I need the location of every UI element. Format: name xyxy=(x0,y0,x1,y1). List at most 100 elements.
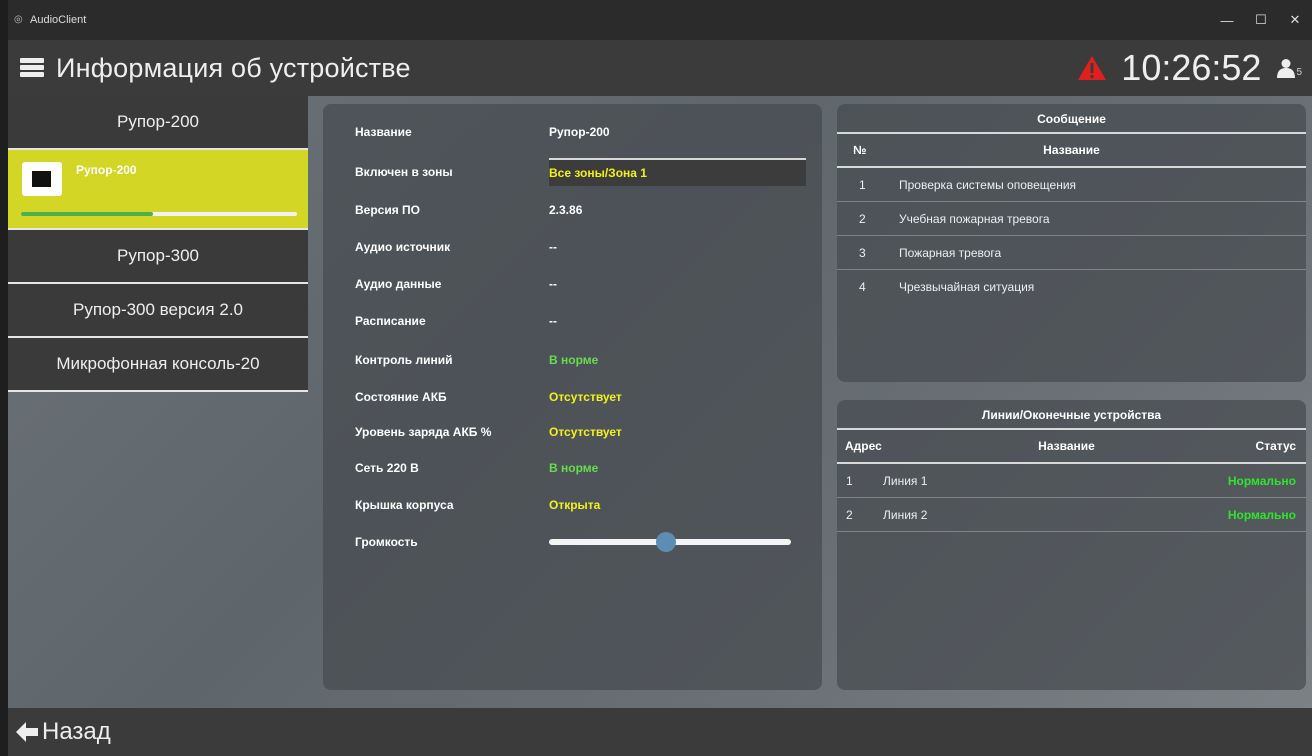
message-row[interactable]: 1 Проверка системы оповещения xyxy=(837,168,1306,202)
info-label: Включен в зоны xyxy=(355,165,453,179)
device-progress-bar xyxy=(21,212,297,216)
zones-value: Все зоны/Зона 1 xyxy=(549,166,647,180)
message-number: 4 xyxy=(859,280,866,294)
minimize-button[interactable]: — xyxy=(1210,0,1244,40)
message-number: 3 xyxy=(859,245,866,260)
sidebar-item-label: Рупор-300 версия 2.0 xyxy=(72,300,243,319)
line-row[interactable]: 2 Линия 2 Нормально xyxy=(837,498,1306,532)
sidebar-item-label: Рупор-200 xyxy=(117,112,199,131)
sidebar-item-mic-console-20[interactable]: Микрофонная консоль-20 xyxy=(8,338,308,392)
sidebar-item-rupor-300[interactable]: Рупор-300 xyxy=(8,230,308,284)
info-label: Аудио данные xyxy=(355,277,442,291)
info-value: Рупор-200 xyxy=(549,125,610,139)
sidebar-item-label: Микрофонная консоль-20 xyxy=(56,354,260,373)
message-number: 1 xyxy=(859,177,866,192)
info-row: Сеть 220 В В норме xyxy=(355,458,598,478)
device-progress-fill xyxy=(21,212,154,216)
info-label: Крышка корпуса xyxy=(355,498,454,512)
line-address: 2 xyxy=(846,507,853,522)
sidebar-item-rupor-200[interactable]: Рупор-200 xyxy=(8,96,308,150)
info-value: -- xyxy=(549,277,557,291)
message-row[interactable]: 4 Чрезвычайная ситуация xyxy=(837,270,1306,304)
info-label: Расписание xyxy=(355,314,426,328)
user-count: 5 xyxy=(1296,67,1302,78)
info-label: Название xyxy=(355,125,412,139)
lines-header: Адрес Название Статус xyxy=(837,430,1306,464)
lines-panel: Линии/Оконечные устройства Адрес Названи… xyxy=(837,400,1306,690)
device-list-icon xyxy=(14,54,50,82)
info-label: Состояние АКБ xyxy=(355,390,447,404)
info-row: Включен в зоны xyxy=(355,162,549,182)
info-value: Открыта xyxy=(549,498,601,512)
message-name: Учебная пожарная тревога xyxy=(899,211,1050,226)
message-row[interactable]: 3 Пожарная тревога xyxy=(837,236,1306,270)
back-label: Назад xyxy=(42,718,111,745)
info-label: Уровень заряда АКБ % xyxy=(355,425,492,439)
lines-title: Линии/Оконечные устройства xyxy=(837,400,1306,430)
col-num-header: № xyxy=(853,143,867,157)
user-indicator[interactable]: 5 xyxy=(1277,58,1302,78)
line-name: Линия 1 xyxy=(883,473,928,488)
info-row: Аудио источник -- xyxy=(355,237,557,257)
info-value: 2.3.86 xyxy=(549,203,583,217)
zones-field[interactable]: Все зоны/Зона 1 xyxy=(549,158,806,186)
volume-slider[interactable] xyxy=(549,532,791,552)
alarm-warning-icon[interactable] xyxy=(1077,55,1107,81)
close-button[interactable]: ✕ xyxy=(1278,0,1312,40)
info-row: Название Рупор-200 xyxy=(355,122,610,142)
user-icon xyxy=(1277,59,1296,78)
message-number: 2 xyxy=(859,211,866,226)
col-status-header: Статус xyxy=(1255,439,1296,453)
message-name: Пожарная тревога xyxy=(899,245,1002,260)
info-value: В норме xyxy=(549,461,599,475)
back-button[interactable]: Назад xyxy=(16,718,111,746)
info-value: Отсутствует xyxy=(549,425,622,439)
line-address: 1 xyxy=(846,473,853,488)
volume-knob[interactable] xyxy=(655,532,676,552)
line-row[interactable]: 1 Линия 1 Нормально xyxy=(837,464,1306,498)
device-thumbnail-icon xyxy=(22,162,62,196)
col-name-header: Название xyxy=(1038,439,1095,453)
line-name: Линия 2 xyxy=(883,507,928,522)
arrow-left-icon xyxy=(16,722,38,742)
info-row: Состояние АКБ Отсутствует xyxy=(355,387,622,407)
info-value: -- xyxy=(549,314,557,328)
info-label: Версия ПО xyxy=(355,203,421,217)
messages-title: Сообщение xyxy=(837,104,1306,134)
info-row: Расписание -- xyxy=(355,311,557,331)
info-label: Сеть 220 В xyxy=(355,461,419,475)
app-icon: ◎ xyxy=(14,14,23,25)
main-area: Рупор-200 Рупор-200 Рупор-300 Рупор-300 … xyxy=(8,96,1312,708)
selected-device-name: Рупор-200 xyxy=(76,163,137,177)
clock: 10:26:52 xyxy=(1121,47,1262,88)
info-value: В норме xyxy=(549,353,599,367)
col-name-header: Название xyxy=(1043,143,1100,157)
message-name: Чрезвычайная ситуация xyxy=(899,280,1035,294)
app-window: ◎ AudioClient — ☐ ✕ Информация об устрой… xyxy=(8,0,1312,756)
info-row: Уровень заряда АКБ % Отсутствует xyxy=(355,422,622,442)
sidebar-item-label: Рупор-300 xyxy=(117,246,199,265)
selected-device-card[interactable]: Рупор-200 xyxy=(8,150,308,230)
app-header: Информация об устройстве 10:26:52 5 xyxy=(8,40,1312,96)
info-label: Громкость xyxy=(355,535,418,549)
info-row: Версия ПО 2.3.86 xyxy=(355,200,582,220)
window-title: AudioClient xyxy=(30,14,87,26)
info-label: Контроль линий xyxy=(355,353,453,367)
device-sidebar: Рупор-200 Рупор-200 Рупор-300 Рупор-300 … xyxy=(8,96,308,392)
info-row: Контроль линий В норме xyxy=(355,350,598,370)
sidebar-item-rupor-300-v2[interactable]: Рупор-300 версия 2.0 xyxy=(8,284,308,338)
info-row: Громкость xyxy=(355,532,549,552)
footer-bar: Назад xyxy=(8,708,1312,756)
line-status: Нормально xyxy=(1227,473,1296,488)
info-row: Крышка корпуса Открыта xyxy=(355,495,600,515)
messages-header: № Название xyxy=(837,134,1306,168)
device-info-panel: Все зоны/Зона 1 Название Рупор-200 Включен… xyxy=(323,104,822,690)
col-addr-header: Адрес xyxy=(845,439,882,453)
info-value: -- xyxy=(549,240,557,254)
info-label: Аудио источник xyxy=(355,240,451,254)
message-name: Проверка системы оповещения xyxy=(899,177,1077,192)
line-status: Нормально xyxy=(1227,507,1296,522)
message-row[interactable]: 2 Учебная пожарная тревога xyxy=(837,202,1306,236)
info-row: Аудио данные -- xyxy=(355,274,557,294)
maximize-button[interactable]: ☐ xyxy=(1244,0,1278,40)
